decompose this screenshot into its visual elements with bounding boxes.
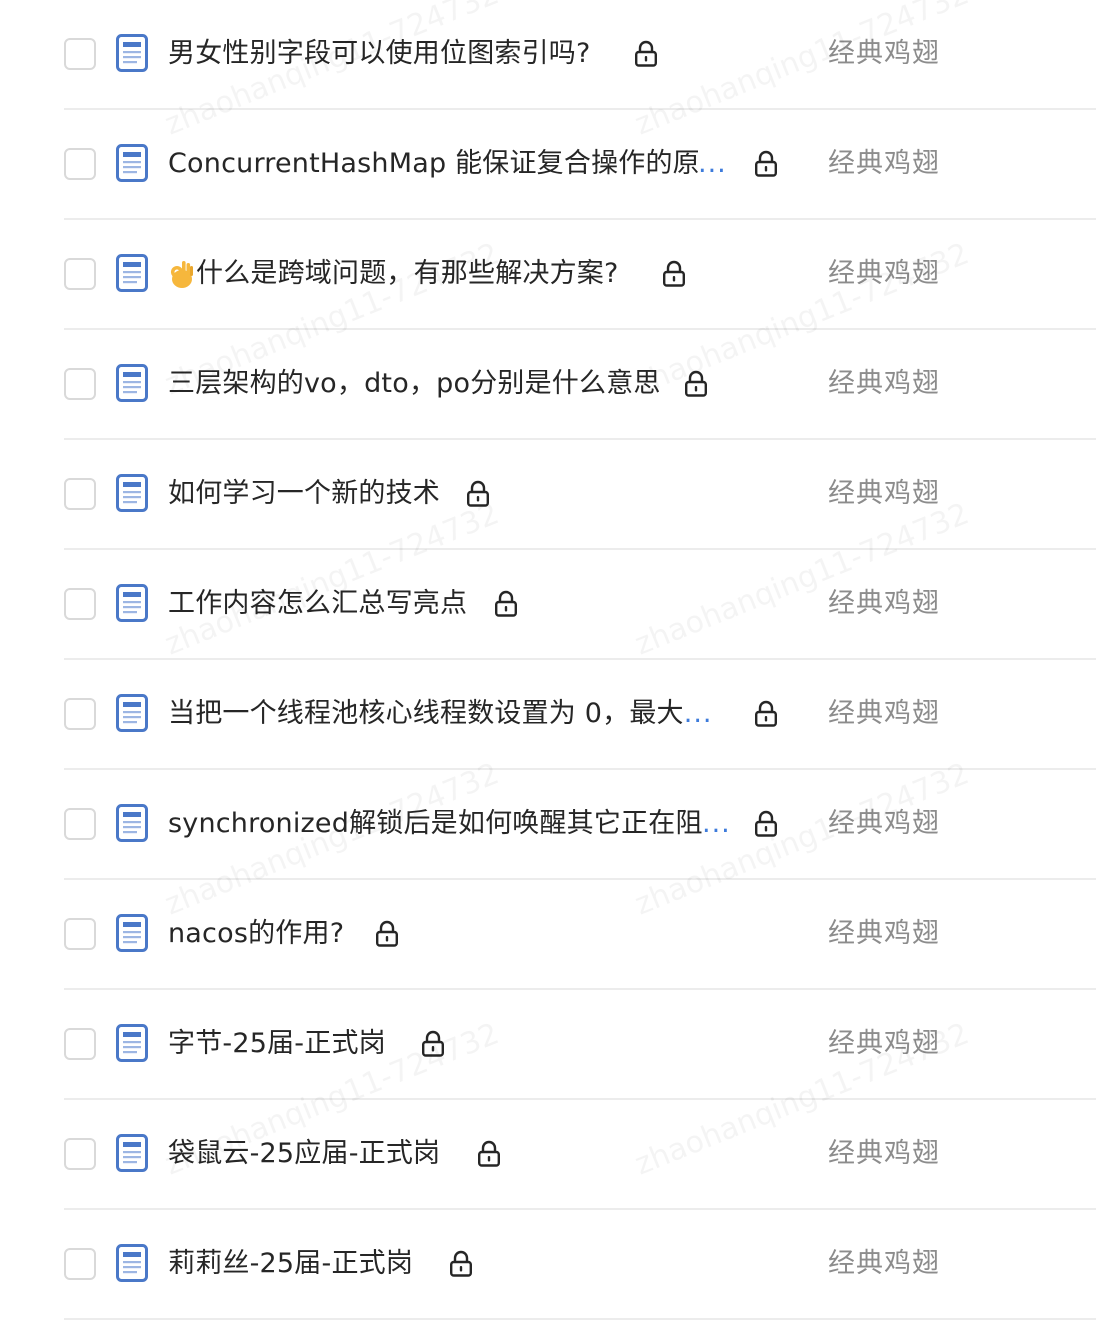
document-icon — [116, 364, 148, 402]
author-name[interactable]: 经典鸡翅 — [828, 690, 940, 738]
title-link[interactable]: 莉莉丝-25届-正式岗 — [168, 1240, 413, 1288]
lock-icon — [684, 370, 708, 398]
list-item[interactable]: 如何学习一个新的技术 经典鸡翅 — [0, 440, 1096, 550]
list-item[interactable]: 袋鼠云-25应届-正式岗 经典鸡翅 — [0, 1100, 1096, 1210]
lock-icon — [449, 1250, 473, 1278]
author-name[interactable]: 经典鸡翅 — [828, 800, 940, 848]
document-list: 男女性别字段可以使用位图索引吗? 经典鸡翅 ConcurrentHashMap 能保… — [0, 0, 1096, 1320]
lock-icon — [421, 1030, 445, 1058]
document-icon — [116, 694, 148, 732]
document-title[interactable]: 三层架构的vo，dto，po分别是什么意思 — [168, 360, 661, 408]
row-checkbox[interactable] — [64, 808, 96, 840]
list-item[interactable]: 什么是跨域问题，有那些解决方案? 经典鸡翅 — [0, 220, 1096, 330]
row-checkbox[interactable] — [64, 368, 96, 400]
author-name[interactable]: 经典鸡翅 — [828, 580, 940, 628]
list-item[interactable]: 男女性别字段可以使用位图索引吗? 经典鸡翅 — [0, 0, 1096, 110]
author-name[interactable]: 经典鸡翅 — [828, 140, 940, 188]
document-title[interactable]: 工作内容怎么汇总写亮点 — [168, 580, 467, 628]
list-item[interactable]: 莉莉丝-25届-正式岗 经典鸡翅 — [0, 1210, 1096, 1320]
document-title[interactable]: nacos的作用? — [168, 910, 344, 958]
document-icon — [116, 1024, 148, 1062]
document-title[interactable]: 莉莉丝-25届-正式岗 — [168, 1240, 413, 1288]
title-link[interactable]: nacos的作用? — [168, 910, 344, 958]
row-checkbox[interactable] — [64, 148, 96, 180]
lock-icon — [754, 150, 778, 178]
document-title[interactable]: 什么是跨域问题，有那些解决方案? — [196, 250, 619, 298]
list-item[interactable]: 当把一个线程池核心线程数设置为 0，最大... 经典鸡翅 — [0, 660, 1096, 770]
author-name[interactable]: 经典鸡翅 — [828, 1240, 940, 1288]
title-ellipsis: ... — [702, 808, 731, 839]
title-link[interactable]: 三层架构的vo，dto，po分别是什么意思 — [168, 360, 661, 408]
document-icon — [116, 1134, 148, 1172]
lock-icon — [634, 40, 658, 68]
list-item[interactable]: 字节-25届-正式岗 经典鸡翅 — [0, 990, 1096, 1100]
row-checkbox[interactable] — [64, 38, 96, 70]
document-title[interactable]: 男女性别字段可以使用位图索引吗? — [168, 30, 591, 78]
author-name[interactable]: 经典鸡翅 — [828, 360, 940, 408]
lock-icon — [477, 1140, 501, 1168]
title-link[interactable]: 如何学习一个新的技术 — [168, 470, 440, 518]
document-title[interactable]: 当把一个线程池核心线程数设置为 0，最大 — [168, 690, 684, 738]
lock-icon — [466, 480, 490, 508]
title-link[interactable]: 袋鼠云-25应届-正式岗 — [168, 1130, 440, 1178]
row-checkbox[interactable] — [64, 478, 96, 510]
row-checkbox[interactable] — [64, 1138, 96, 1170]
list-item[interactable]: 工作内容怎么汇总写亮点 经典鸡翅 — [0, 550, 1096, 660]
row-checkbox[interactable] — [64, 588, 96, 620]
document-icon — [116, 914, 148, 952]
title-ellipsis: ... — [698, 148, 727, 179]
title-ellipsis: ... — [683, 698, 713, 729]
title-link[interactable]: 当把一个线程池核心线程数设置为 0，最大... — [168, 690, 713, 738]
author-name[interactable]: 经典鸡翅 — [828, 470, 940, 518]
author-name[interactable]: 经典鸡翅 — [828, 30, 940, 78]
lock-icon — [494, 590, 518, 618]
document-title[interactable]: 字节-25届-正式岗 — [168, 1020, 386, 1068]
document-icon — [116, 1244, 148, 1282]
document-title[interactable]: synchronized解锁后是如何唤醒其它正在阻 — [168, 800, 702, 848]
title-link[interactable]: 什么是跨域问题，有那些解决方案? — [168, 250, 619, 298]
lock-icon — [375, 920, 399, 948]
document-icon — [116, 254, 148, 292]
title-link[interactable]: 男女性别字段可以使用位图索引吗? — [168, 30, 591, 78]
document-icon — [116, 474, 148, 512]
document-title[interactable]: 如何学习一个新的技术 — [168, 470, 440, 518]
row-checkbox[interactable] — [64, 918, 96, 950]
author-name[interactable]: 经典鸡翅 — [828, 910, 940, 958]
list-item[interactable]: synchronized解锁后是如何唤醒其它正在阻... 经典鸡翅 — [0, 770, 1096, 880]
author-name[interactable]: 经典鸡翅 — [828, 1020, 940, 1068]
document-icon — [116, 144, 148, 182]
author-name[interactable]: 经典鸡翅 — [828, 250, 940, 298]
document-icon — [116, 804, 148, 842]
document-title[interactable]: ConcurrentHashMap 能保证复合操作的原 — [168, 140, 698, 188]
list-item[interactable]: 三层架构的vo，dto，po分别是什么意思 经典鸡翅 — [0, 330, 1096, 440]
ok-hand-emoji-icon — [168, 259, 194, 289]
document-title[interactable]: 袋鼠云-25应届-正式岗 — [168, 1130, 440, 1178]
row-checkbox[interactable] — [64, 1248, 96, 1280]
title-link[interactable]: synchronized解锁后是如何唤醒其它正在阻... — [168, 800, 731, 848]
list-item[interactable]: nacos的作用? 经典鸡翅 — [0, 880, 1096, 990]
lock-icon — [754, 700, 778, 728]
row-checkbox[interactable] — [64, 1028, 96, 1060]
author-name[interactable]: 经典鸡翅 — [828, 1130, 940, 1178]
document-icon — [116, 34, 148, 72]
list-item[interactable]: ConcurrentHashMap 能保证复合操作的原... 经典鸡翅 — [0, 110, 1096, 220]
document-icon — [116, 584, 148, 622]
lock-icon — [754, 810, 778, 838]
lock-icon — [662, 260, 686, 288]
title-link[interactable]: ConcurrentHashMap 能保证复合操作的原... — [168, 140, 727, 188]
row-checkbox[interactable] — [64, 698, 96, 730]
title-link[interactable]: 工作内容怎么汇总写亮点 — [168, 580, 467, 628]
title-link[interactable]: 字节-25届-正式岗 — [168, 1020, 386, 1068]
row-checkbox[interactable] — [64, 258, 96, 290]
